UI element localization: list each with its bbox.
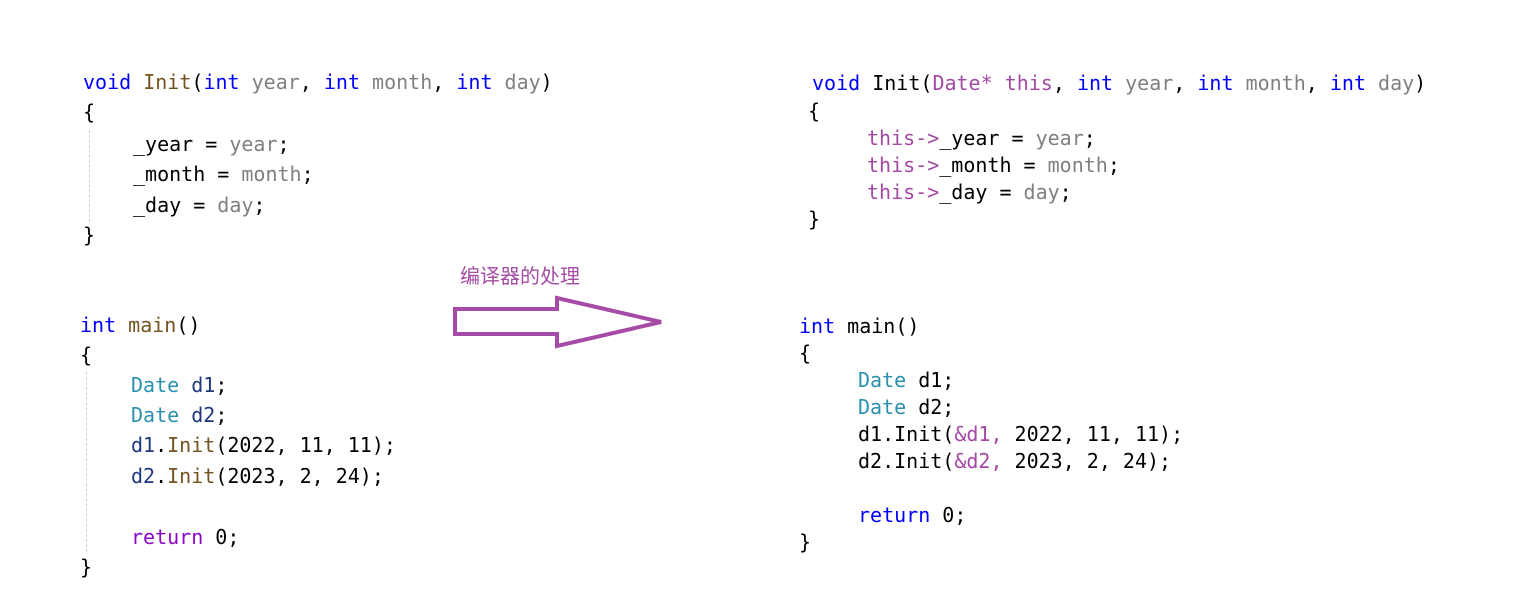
right-arrow-icon [453,295,662,349]
arrow-graphic [453,295,662,349]
